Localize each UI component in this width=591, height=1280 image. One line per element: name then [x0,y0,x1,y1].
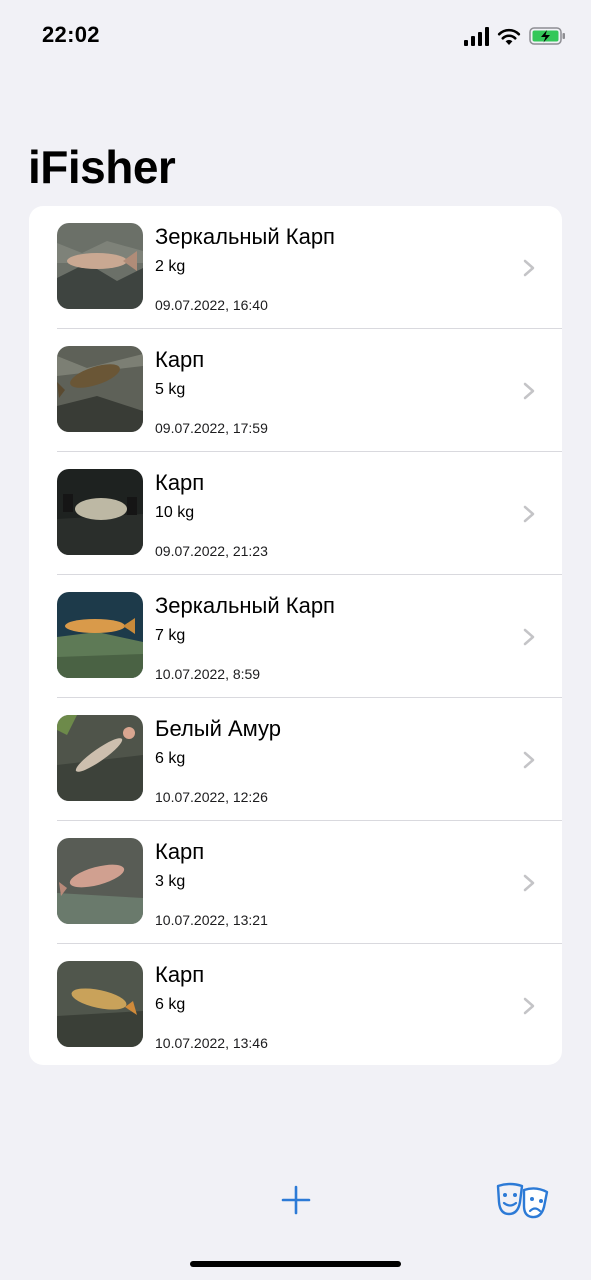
chevron-right-icon [523,505,535,523]
catch-weight: 3 kg [155,873,186,890]
chevron-right-icon [523,382,535,400]
catch-weight: 5 kg [155,381,186,398]
fish-photo-icon [57,223,143,309]
catch-list: Зеркальный Карп 2 kg 09.07.2022, 16:40 К… [29,206,562,1065]
catch-species: Карп [155,347,205,372]
chevron-right-icon [523,874,535,892]
chevron-right-icon [523,628,535,646]
catch-date: 09.07.2022, 17:59 [155,420,268,436]
catch-row[interactable]: Зеркальный Карп 7 kg 10.07.2022, 8:59 [29,575,562,698]
fish-photo-icon [57,469,143,555]
plus-icon[interactable] [280,1184,312,1216]
cellular-signal-icon [464,26,489,46]
catch-species: Зеркальный Карп [155,593,335,618]
wifi-icon [497,28,521,45]
catch-row[interactable]: Карп 6 kg 10.07.2022, 13:46 [29,944,562,1065]
catch-row[interactable]: Карп 5 kg 09.07.2022, 17:59 [29,329,562,452]
catch-row[interactable]: Белый Амур 6 kg 10.07.2022, 12:26 [29,698,562,821]
catch-date: 09.07.2022, 21:23 [155,543,268,559]
catch-row[interactable]: Карп 3 kg 10.07.2022, 13:21 [29,821,562,944]
catch-date: 10.07.2022, 13:46 [155,1035,268,1051]
catch-date: 10.07.2022, 8:59 [155,666,261,682]
catch-weight: 2 kg [155,258,186,275]
theater-masks-icon[interactable] [494,1180,550,1220]
catch-species: Карп [155,470,205,495]
chevron-right-icon [523,997,535,1015]
page-title: iFisher [28,141,176,193]
chevron-right-icon [523,259,535,277]
fish-photo-icon [57,346,143,432]
status-time: 22:02 [42,22,100,47]
catch-weight: 10 kg [155,504,195,521]
catch-species: Белый Амур [155,716,282,741]
status-icons [464,22,567,50]
fish-photo-icon [57,592,143,678]
home-indicator[interactable] [190,1261,401,1267]
battery-charging-icon [529,27,565,45]
catch-species: Зеркальный Карп [155,224,335,249]
catch-date: 09.07.2022, 16:40 [155,297,268,313]
catch-species: Карп [155,962,205,987]
catch-weight: 6 kg [155,996,186,1013]
catch-row[interactable]: Карп 10 kg 09.07.2022, 21:23 [29,452,562,575]
bottom-toolbar [0,1170,591,1240]
catch-weight: 7 kg [155,627,186,644]
fish-photo-icon [57,838,143,924]
catch-weight: 6 kg [155,750,186,767]
catch-row[interactable]: Зеркальный Карп 2 kg 09.07.2022, 16:40 [29,206,562,329]
catch-date: 10.07.2022, 13:21 [155,912,268,928]
chevron-right-icon [523,751,535,769]
fish-photo-icon [57,715,143,801]
fish-photo-icon [57,961,143,1047]
status-bar: 22:02 [0,0,591,70]
catch-date: 10.07.2022, 12:26 [155,789,268,805]
catch-species: Карп [155,839,205,864]
